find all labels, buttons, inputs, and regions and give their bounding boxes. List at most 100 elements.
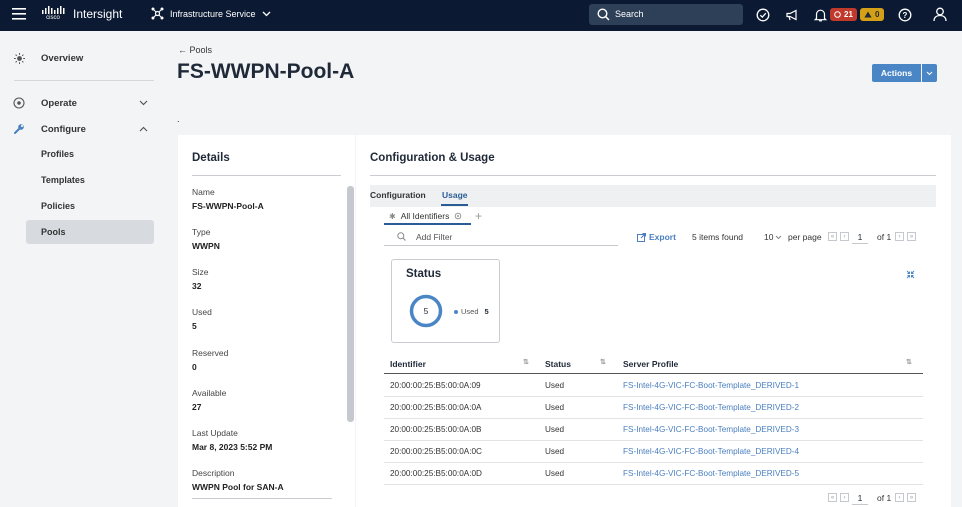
subtab-all-identifiers[interactable]: ✱ All Identifiers (384, 209, 471, 225)
chevron-down-icon (262, 11, 271, 17)
sidebar-divider (14, 80, 154, 81)
per-page-select[interactable]: 10 (764, 232, 782, 242)
legend-value: 5 (484, 307, 489, 316)
top-bar: cisco Intersight Infrastructure Service … (0, 0, 962, 31)
cell-identifier: 20:00:00:25:B5:00:0A:0C (390, 447, 482, 456)
sidebar-item-configure[interactable]: Configure (8, 117, 154, 141)
next-page-icon[interactable]: › (895, 493, 904, 502)
page-title: FS-WWPN-Pool-A (177, 60, 355, 83)
page-total-label: of 1 (877, 232, 892, 242)
prev-page-icon[interactable]: ‹ (840, 493, 849, 502)
chevron-down-icon (775, 235, 782, 240)
status-donut-total: 5 (423, 306, 429, 316)
gear-icon[interactable] (454, 212, 462, 220)
cell-server-profile-link[interactable]: FS-Intel-4G-VIC-FC-Boot-Template_DERIVED… (623, 381, 799, 390)
sidebar-subitem-profiles[interactable]: Profiles (26, 142, 154, 166)
column-header-identifier[interactable]: Identifier (390, 359, 426, 369)
page-number-input[interactable]: 1 (852, 230, 868, 244)
column-header-server-profile[interactable]: Server Profile (623, 359, 678, 369)
sort-icon[interactable]: ⇅ (523, 358, 529, 366)
table-row: 20:00:00:25:B5:00:0A:0B Used FS-Intel-4G… (384, 419, 923, 441)
last-page-icon[interactable]: » (907, 232, 916, 241)
next-page-icon[interactable]: › (895, 232, 904, 241)
pagination-top-prev: « ‹ (828, 232, 849, 241)
bell-icon[interactable] (814, 8, 827, 22)
detail-label-used: Used (192, 307, 212, 317)
chevron-down-icon (139, 100, 148, 106)
detail-label-reserved: Reserved (192, 348, 229, 358)
detail-value-name: FS-WWPN-Pool-A (192, 201, 264, 211)
tab-usage[interactable]: Usage (442, 190, 468, 200)
detail-label-name: Name (192, 187, 215, 197)
user-profile-icon[interactable] (933, 7, 947, 22)
detail-value-size: 32 (192, 281, 202, 291)
details-scrollbar[interactable] (347, 186, 354, 422)
first-page-icon[interactable]: « (828, 232, 837, 241)
status-donut-chart: 5 (409, 294, 443, 328)
first-page-icon[interactable]: « (828, 493, 837, 502)
actions-button[interactable]: Actions (872, 64, 921, 82)
sidebar-subitem-templates[interactable]: Templates (26, 168, 154, 192)
search-box[interactable]: Search (589, 4, 743, 25)
overview-sun-icon (13, 52, 25, 64)
add-tab-plus-icon[interactable]: + (475, 209, 482, 223)
breadcrumb-back-link[interactable]: ← Pools (178, 45, 212, 55)
detail-value-used: 5 (192, 321, 197, 331)
cell-status: Used (545, 425, 565, 434)
prev-page-icon[interactable]: ‹ (840, 232, 849, 241)
cisco-wordmark: cisco (46, 15, 60, 21)
cell-server-profile-link[interactable]: FS-Intel-4G-VIC-FC-Boot-Template_DERIVED… (623, 425, 799, 434)
config-tab-bar: Configuration Usage (370, 185, 936, 207)
sidebar-label-overview: Overview (41, 52, 84, 64)
status-card: Status 5 Used 5 (391, 259, 500, 343)
sidebar-subitem-pools[interactable]: Pools (26, 220, 154, 244)
items-found-count: 5 items found (692, 232, 744, 242)
critical-alarms-badge[interactable]: 21 (830, 8, 857, 21)
actions-dropdown-toggle[interactable] (922, 64, 937, 82)
check-circle-icon[interactable] (756, 8, 770, 22)
service-network-icon (151, 7, 164, 20)
details-divider (192, 175, 341, 176)
detail-value-reserved: 0 (192, 362, 197, 372)
usage-content: ✱ All Identifiers + Add Filter Export 5 … (370, 207, 936, 507)
hamburger-menu-icon[interactable] (12, 8, 26, 20)
column-header-status[interactable]: Status (545, 359, 571, 369)
sort-icon[interactable]: ⇅ (600, 358, 606, 366)
config-usage-panel: Configuration & Usage Configuration Usag… (356, 135, 951, 507)
status-card-title: Status (406, 268, 442, 280)
active-tab-indicator (441, 204, 468, 206)
sort-icon[interactable]: ⇅ (906, 358, 912, 366)
filter-input[interactable]: Add Filter (384, 229, 618, 246)
collapse-icon[interactable] (906, 266, 915, 284)
page-number-input-bottom[interactable]: 1 (852, 491, 868, 505)
search-icon (397, 232, 406, 241)
cell-identifier: 20:00:00:25:B5:00:0A:09 (390, 381, 481, 390)
tab-configuration[interactable]: Configuration (370, 190, 426, 200)
sidebar: Overview Operate Configure Profiles Temp… (0, 31, 168, 507)
last-page-icon[interactable]: » (907, 493, 916, 502)
table-header: Identifier ⇅ Status ⇅ Server Profile ⇅ (384, 354, 923, 374)
detail-label-type: Type (192, 227, 211, 237)
cell-status: Used (545, 469, 565, 478)
sidebar-subitem-policies[interactable]: Policies (26, 194, 154, 218)
operate-gauge-icon (13, 97, 25, 109)
table-row: 20:00:00:25:B5:00:0A:09 Used FS-Intel-4G… (384, 375, 923, 397)
cell-server-profile-link[interactable]: FS-Intel-4G-VIC-FC-Boot-Template_DERIVED… (623, 469, 799, 478)
detail-value-description: WWPN Pool for SAN-A (192, 482, 284, 492)
cell-server-profile-link[interactable]: FS-Intel-4G-VIC-FC-Boot-Template_DERIVED… (623, 403, 799, 412)
detail-value-type: WWPN (192, 241, 220, 251)
cell-identifier: 20:00:00:25:B5:00:0A:0B (390, 425, 482, 434)
megaphone-icon[interactable] (785, 8, 799, 22)
sidebar-item-operate[interactable]: Operate (8, 91, 154, 115)
export-button[interactable]: Export (637, 232, 676, 242)
cell-server-profile-link[interactable]: FS-Intel-4G-VIC-FC-Boot-Template_DERIVED… (623, 447, 799, 456)
cell-status: Used (545, 403, 565, 412)
chevron-down-icon (926, 71, 933, 76)
sidebar-item-overview[interactable]: Overview (8, 46, 154, 70)
service-switcher[interactable]: Infrastructure Service (151, 7, 271, 20)
cell-identifier: 20:00:00:25:B5:00:0A:0A (390, 403, 482, 412)
help-icon[interactable]: ? (898, 8, 912, 22)
chevron-up-icon (139, 126, 148, 132)
warning-alarms-badge[interactable]: 0 (860, 8, 884, 21)
asterisk-icon: ✱ (389, 211, 396, 221)
